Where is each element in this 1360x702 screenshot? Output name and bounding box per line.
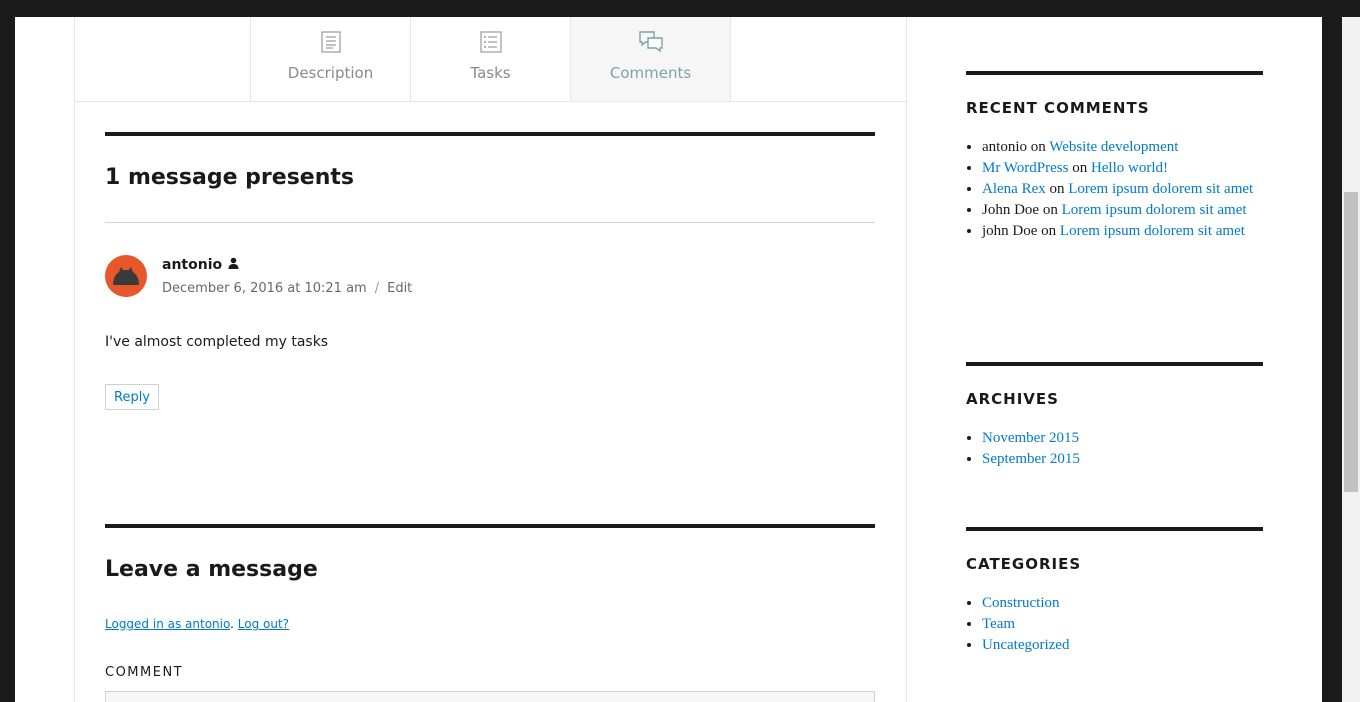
section-rule <box>105 132 875 136</box>
widget-rule <box>966 71 1263 75</box>
post-link[interactable]: Hello world! <box>1091 160 1168 176</box>
comment-date-link[interactable]: December 6, 2016 at 10:21 am <box>162 281 367 296</box>
comments-heading: 1 message presents <box>105 165 354 190</box>
comments-icon <box>638 28 664 56</box>
on-word: on <box>1027 139 1050 155</box>
tab-tasks[interactable]: Tasks <box>410 17 570 101</box>
archive-link[interactable]: November 2015 <box>982 430 1079 446</box>
tab-label: Description <box>287 64 374 82</box>
avatar-icon <box>113 267 139 285</box>
category-item: Construction <box>982 593 1263 614</box>
categories-list: Construction Team Uncategorized <box>966 593 1263 656</box>
comment-meta: December 6, 2016 at 10:21 am / Edit <box>162 281 412 296</box>
logout-link[interactable]: Log out? <box>238 617 289 631</box>
comment-author-name: John Doe <box>982 202 1040 218</box>
main-content: Description Tasks Comments 1 message pre… <box>74 17 907 702</box>
comment-textarea[interactable] <box>105 691 875 702</box>
tab-label: Comments <box>609 64 692 82</box>
tab-comments[interactable]: Comments <box>570 17 731 101</box>
category-link[interactable]: Uncategorized <box>982 637 1069 653</box>
avatar <box>105 255 147 297</box>
tab-divider <box>75 101 906 102</box>
recent-comments-list: antonio on Website developmentMr WordPre… <box>966 137 1263 242</box>
on-word: on <box>1039 202 1062 218</box>
widget-rule <box>966 362 1263 366</box>
scrollbar[interactable] <box>1342 17 1360 702</box>
comment-author: antonio <box>162 257 239 273</box>
category-item: Uncategorized <box>982 635 1263 656</box>
recent-comment-item: Mr WordPress on Hello world! <box>982 158 1263 179</box>
logged-in-as: Logged in as antonio. Log out? <box>105 617 289 631</box>
page: Description Tasks Comments 1 message pre… <box>15 17 1322 702</box>
on-word: on <box>1068 160 1091 176</box>
edit-link[interactable]: Edit <box>387 281 412 296</box>
tab-bar: Description Tasks Comments <box>250 17 731 101</box>
recent-comment-item: John Doe on Lorem ipsum dolorem sit amet <box>982 200 1263 221</box>
punct: . <box>230 617 234 631</box>
archives-title: ARCHIVES <box>966 390 1059 408</box>
widget-rule <box>966 527 1263 531</box>
post-link[interactable]: Lorem ipsum dolorem sit amet <box>1060 223 1245 239</box>
meta-separator: / <box>374 281 380 296</box>
document-icon <box>320 28 342 56</box>
author-name: antonio <box>162 257 223 273</box>
comment-author-name: john Doe <box>982 223 1038 239</box>
reply-button[interactable]: Reply <box>105 384 159 410</box>
archive-item: November 2015 <box>982 428 1263 449</box>
post-link[interactable]: Website development <box>1049 139 1178 155</box>
recent-comment-item: john Doe on Lorem ipsum dolorem sit amet <box>982 221 1263 242</box>
logged-in-link[interactable]: Logged in as antonio <box>105 617 230 631</box>
tab-label: Tasks <box>470 64 511 82</box>
categories-title: CATEGORIES <box>966 555 1082 573</box>
post-link[interactable]: Lorem ipsum dolorem sit amet <box>1062 202 1247 218</box>
comment-author-name[interactable]: Alena Rex <box>982 181 1046 197</box>
list-icon <box>479 28 502 56</box>
on-word: on <box>1045 181 1069 197</box>
category-link[interactable]: Construction <box>982 595 1060 611</box>
tab-description[interactable]: Description <box>250 17 410 101</box>
category-item: Team <box>982 614 1263 635</box>
comment-author-name[interactable]: Mr WordPress <box>982 160 1068 176</box>
recent-comment-item: antonio on Website development <box>982 137 1263 158</box>
user-icon <box>228 257 239 273</box>
comment-author-name: antonio <box>982 139 1027 155</box>
archives-list: November 2015 September 2015 <box>966 428 1263 470</box>
archive-link[interactable]: September 2015 <box>982 451 1080 467</box>
scrollbar-thumb[interactable] <box>1344 192 1358 492</box>
archive-item: September 2015 <box>982 449 1263 470</box>
category-link[interactable]: Team <box>982 616 1015 632</box>
post-link[interactable]: Lorem ipsum dolorem sit amet <box>1068 181 1253 197</box>
section-rule <box>105 524 875 528</box>
comment-text: I've almost completed my tasks <box>105 334 329 350</box>
divider <box>105 222 875 223</box>
comment-field-label: COMMENT <box>105 665 184 680</box>
recent-comment-item: Alena Rex on Lorem ipsum dolorem sit ame… <box>982 179 1263 200</box>
recent-comments-title: RECENT COMMENTS <box>966 99 1150 117</box>
leave-message-heading: Leave a message <box>105 557 318 582</box>
on-word: on <box>1037 223 1060 239</box>
